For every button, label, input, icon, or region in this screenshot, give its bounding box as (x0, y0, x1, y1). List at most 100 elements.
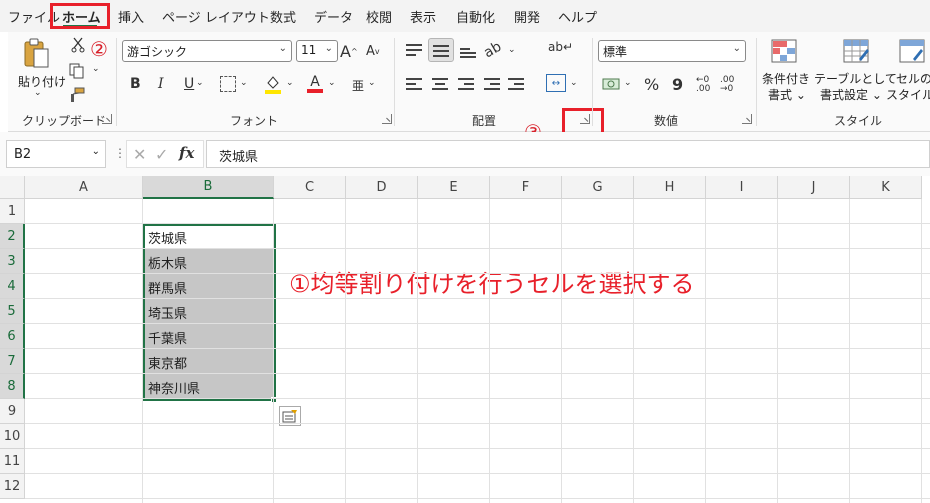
align-middle-button[interactable] (428, 38, 454, 62)
paste-dropdown-icon[interactable]: ⌄ (34, 88, 42, 98)
increase-indent-icon[interactable] (508, 78, 524, 92)
italic-button[interactable]: I (158, 76, 164, 92)
menu-data[interactable]: データ (314, 7, 353, 26)
column-header-d[interactable]: D (346, 176, 418, 199)
number-format-select[interactable]: 標準 ⌄ (598, 40, 746, 62)
align-top-icon[interactable] (406, 44, 422, 58)
orientation-icon[interactable]: ab (481, 39, 504, 62)
fill-color-dropdown-icon[interactable]: ⌄ (286, 78, 294, 88)
copy-dropdown-icon[interactable]: ⌄ (92, 64, 100, 74)
conditional-formatting-label-1[interactable]: 条件付き (762, 70, 810, 87)
cell-styles-icon[interactable] (898, 38, 926, 64)
row-header-6[interactable]: 6 (0, 324, 25, 349)
cell-styles-label-2[interactable]: スタイル ⌄ (886, 86, 930, 103)
increase-decimal-icon[interactable]: ←0.00 (696, 76, 710, 94)
enter-icon[interactable]: ✓ (155, 145, 168, 164)
font-launcher-icon[interactable] (382, 114, 392, 124)
conditional-formatting-icon[interactable] (770, 38, 798, 64)
cell-styles-label-1[interactable]: セルの (896, 70, 930, 87)
menu-automate[interactable]: 自動化 (456, 7, 495, 26)
format-painter-icon[interactable] (68, 86, 86, 104)
font-name-select[interactable]: 游ゴシック ⌄ (122, 40, 292, 62)
cell-b2[interactable]: 茨城県 (144, 224, 275, 249)
menu-review[interactable]: 校閲 (366, 7, 392, 26)
wrap-text-icon[interactable]: ab↵ (548, 40, 573, 54)
merge-dropdown-icon[interactable]: ⌄ (570, 78, 578, 88)
clipboard-launcher-icon[interactable] (102, 114, 112, 124)
cell-b5[interactable]: 埼玉県 (144, 299, 275, 324)
column-header-a[interactable]: A (25, 176, 143, 199)
borders-icon[interactable] (220, 76, 236, 92)
row-header-10[interactable]: 10 (0, 424, 25, 449)
menu-help[interactable]: ヘルプ (558, 7, 597, 26)
bold-button[interactable]: B (130, 76, 141, 92)
font-size-select[interactable]: 11 ⌄ (296, 40, 338, 62)
number-launcher-icon[interactable] (742, 114, 752, 124)
accounting-dropdown-icon[interactable]: ⌄ (624, 78, 632, 88)
menu-developer[interactable]: 開発 (514, 7, 540, 26)
copy-icon[interactable] (68, 62, 86, 80)
percent-button[interactable]: % (644, 75, 659, 94)
row-header-8[interactable]: 8 (0, 374, 25, 399)
menu-view[interactable]: 表示 (410, 7, 436, 26)
underline-button[interactable]: U (184, 76, 194, 92)
align-right-icon[interactable] (458, 78, 474, 92)
menu-page-layout[interactable]: ページ レイアウト (162, 7, 270, 26)
cell-b4[interactable]: 群馬県 (144, 274, 275, 299)
phonetic-guide-icon[interactable]: 亜 (352, 77, 364, 94)
worksheet-grid[interactable]: 茨城県 栃木県 群馬県 埼玉県 千葉県 東京都 神奈川県 ①均等割り付けを行うセルを選択する… (0, 176, 930, 503)
decrease-indent-icon[interactable] (484, 78, 500, 92)
align-center-icon[interactable] (432, 78, 448, 92)
align-bottom-icon[interactable] (460, 44, 476, 58)
insert-function-button[interactable]: fx (179, 144, 194, 162)
fill-color-icon[interactable] (264, 74, 282, 94)
cancel-icon[interactable]: ✕ (133, 145, 146, 164)
more-options-icon[interactable]: ⋮ (114, 146, 126, 160)
merge-center-icon[interactable]: ↔ (546, 74, 566, 92)
column-header-j[interactable]: J (778, 176, 850, 199)
phonetic-dropdown-icon[interactable]: ⌄ (368, 78, 376, 88)
cell-b7[interactable]: 東京都 (144, 349, 275, 374)
row-header-1[interactable]: 1 (0, 199, 25, 224)
column-header-e[interactable]: E (418, 176, 490, 199)
formula-input[interactable]: 茨城県 (206, 140, 930, 168)
row-header-11[interactable]: 11 (0, 449, 25, 474)
format-as-table-icon[interactable] (842, 38, 870, 64)
accounting-format-icon[interactable] (602, 76, 620, 92)
format-as-table-label-2[interactable]: 書式設定 ⌄ (820, 86, 882, 103)
conditional-formatting-label-2[interactable]: 書式 ⌄ (768, 86, 806, 103)
paste-label[interactable]: 貼り付け (18, 73, 66, 90)
menu-insert[interactable]: 挿入 (118, 7, 144, 26)
cell-b8[interactable]: 神奈川県 (144, 374, 275, 399)
shrink-font-icon[interactable]: Av (366, 44, 380, 59)
select-all-corner[interactable] (0, 176, 25, 199)
decrease-decimal-icon[interactable]: .00 →0 (720, 76, 734, 94)
borders-dropdown-icon[interactable]: ⌄ (240, 78, 248, 88)
row-header-5[interactable]: 5 (0, 299, 25, 324)
row-header-3[interactable]: 3 (0, 249, 25, 274)
font-color-dropdown-icon[interactable]: ⌄ (328, 78, 336, 88)
comma-button[interactable]: 9 (672, 75, 683, 94)
row-header-2[interactable]: 2 (0, 224, 25, 249)
column-header-i[interactable]: I (706, 176, 778, 199)
column-header-k[interactable]: K (850, 176, 922, 199)
align-left-icon[interactable] (406, 78, 422, 92)
menu-formulas[interactable]: 数式 (270, 7, 296, 26)
column-header-f[interactable]: F (490, 176, 562, 199)
grow-font-icon[interactable]: A ^ (340, 42, 358, 61)
column-header-h[interactable]: H (634, 176, 706, 199)
chevron-down-icon[interactable]: ⌄ (92, 146, 100, 157)
column-header-c[interactable]: C (274, 176, 346, 199)
row-header-9[interactable]: 9 (0, 399, 25, 424)
row-header-12[interactable]: 12 (0, 474, 25, 499)
column-header-g[interactable]: G (562, 176, 634, 199)
column-header-b[interactable]: B (143, 176, 274, 199)
format-as-table-label-1[interactable]: テーブルとして (814, 70, 897, 87)
row-header-4[interactable]: 4 (0, 274, 25, 299)
cut-icon[interactable] (70, 36, 86, 54)
name-box[interactable]: B2 ⌄ (6, 140, 106, 168)
underline-dropdown-icon[interactable]: ⌄ (196, 78, 204, 88)
cell-b3[interactable]: 栃木県 (144, 249, 275, 274)
cell-b6[interactable]: 千葉県 (144, 324, 275, 349)
font-color-icon[interactable]: A (306, 74, 324, 94)
